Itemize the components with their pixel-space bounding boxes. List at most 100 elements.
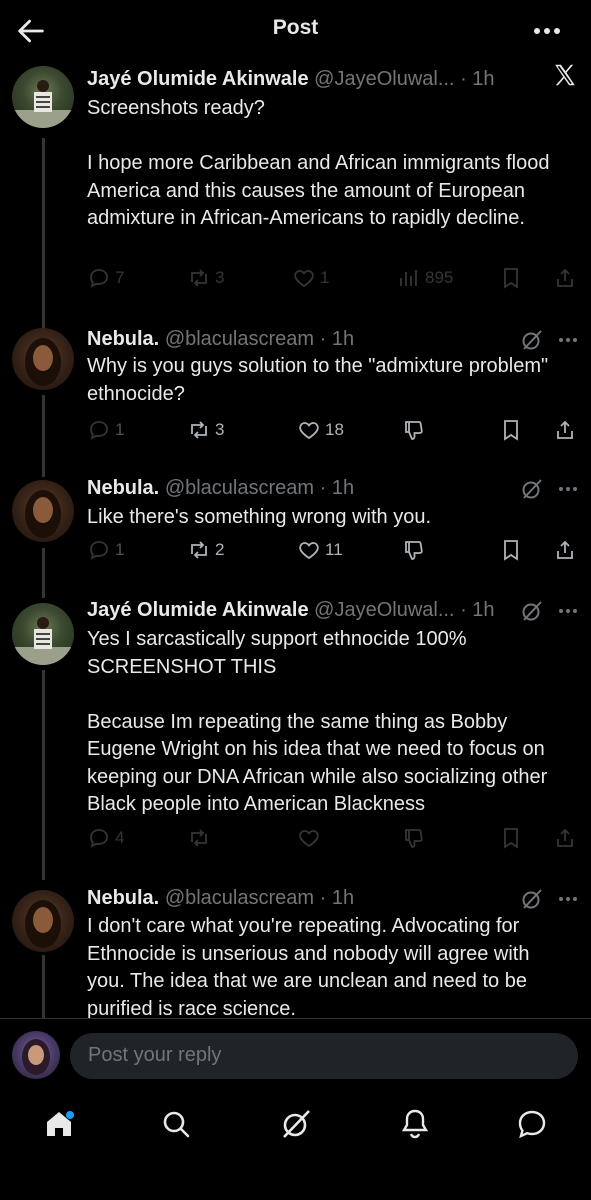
reply-button[interactable]: 4 [87,826,124,850]
post[interactable]: Jayé Olumide Akinwale @JayeOluwal... · 1… [0,597,591,867]
bookmark-button[interactable] [499,418,523,442]
author-name[interactable]: Jayé Olumide Akinwale [87,68,309,90]
more-options-icon[interactable] [556,477,580,501]
repost-button[interactable]: 3 [187,418,224,442]
top-bar: Post [0,0,591,60]
grok-icon[interactable] [279,1107,313,1141]
reply-bar: Post your reply [0,1018,591,1094]
reply-input[interactable]: Post your reply [70,1033,578,1079]
like-button[interactable] [297,826,321,850]
search-icon[interactable] [159,1107,193,1141]
post-actions: 7 3 1 895 [87,266,582,296]
notifications-icon[interactable] [398,1107,432,1141]
bookmark-icon [499,418,523,442]
share-icon [553,418,577,442]
heart-icon [297,418,321,442]
author-handle[interactable]: @blaculascream [165,887,314,909]
dislike-button[interactable] [402,538,426,562]
repost-count: 3 [215,420,225,439]
home-icon[interactable] [42,1107,76,1141]
post-header: Nebula. @blaculascream · 1h [87,885,354,911]
bookmark-button[interactable] [499,538,523,562]
share-button[interactable] [553,418,577,442]
reply-icon [87,418,111,442]
repost-button[interactable]: 3 [187,266,224,290]
avatar[interactable] [12,890,74,952]
reply-button[interactable]: 1 [87,418,124,442]
post-header: Nebula. @blaculascream · 1h [87,326,354,352]
post-actions: 1 3 18 [87,418,582,448]
post-time: · 1h [319,477,355,499]
grok-icon[interactable] [520,328,544,352]
share-button[interactable] [553,826,577,850]
grok-icon[interactable] [520,887,544,911]
avatar[interactable] [12,328,74,390]
avatar[interactable] [12,480,74,542]
post[interactable]: Jayé Olumide Akinwale @JayeOluwal... · 1… [0,66,591,306]
like-button[interactable]: 11 [297,538,343,562]
repost-icon [187,826,211,850]
grok-icon[interactable] [520,599,544,623]
heart-icon [292,266,316,290]
reply-icon [87,538,111,562]
more-options-icon[interactable] [556,328,580,352]
share-button[interactable] [553,538,577,562]
bookmark-icon [499,538,523,562]
like-button[interactable]: 1 [292,266,329,290]
bookmark-icon [499,826,523,850]
post-time: · 1h [319,887,355,909]
bookmark-button[interactable] [499,266,523,290]
avatar[interactable] [12,66,74,128]
views-button[interactable]: 895 [397,266,453,290]
reply-icon [87,826,111,850]
bookmark-button[interactable] [499,826,523,850]
reply-button[interactable]: 7 [87,266,124,290]
author-name[interactable]: Jayé Olumide Akinwale [87,599,309,621]
author-handle[interactable]: @blaculascream [165,477,314,499]
author-handle[interactable]: @blaculascream [165,328,314,350]
thumbs-down-icon [402,826,426,850]
post[interactable]: Nebula. @blaculascream · 1h Like there's… [0,475,591,585]
reply-icon [87,266,111,290]
repost-button[interactable]: 2 [187,538,224,562]
post-header: Jayé Olumide Akinwale @JayeOluwal... · 1… [87,597,495,623]
author-handle[interactable]: @JayeOluwal... [314,68,454,90]
post-text: I don't care what you're repeating. Advo… [87,915,536,1018]
repost-icon [187,266,211,290]
thumbs-down-icon [402,538,426,562]
heart-icon [297,826,321,850]
author-name[interactable]: Nebula. [87,328,159,350]
repost-count: 3 [215,268,225,287]
repost-icon [187,418,211,442]
like-count: 18 [325,420,344,439]
repost-button[interactable] [187,826,211,850]
author-name[interactable]: Nebula. [87,887,159,909]
avatar[interactable] [12,603,74,665]
reply-count: 1 [115,420,125,439]
reply-count: 1 [115,540,125,559]
more-options-icon[interactable] [530,16,564,46]
view-count: 895 [425,268,454,287]
post-time: · 1h [460,68,495,90]
heart-icon [297,538,321,562]
post[interactable]: Nebula. @blaculascream · 1h Why is you g… [0,326,591,456]
share-button[interactable] [553,266,577,290]
reply-button[interactable]: 1 [87,538,124,562]
dislike-button[interactable] [402,826,426,850]
post[interactable]: Nebula. @blaculascream · 1h I don't care… [0,885,591,1018]
thumbs-down-icon [402,418,426,442]
author-name[interactable]: Nebula. [87,477,159,499]
author-handle[interactable]: @JayeOluwal... [314,599,454,621]
post-header: Nebula. @blaculascream · 1h [87,475,354,501]
repost-count: 2 [215,540,225,559]
more-options-icon[interactable] [556,887,580,911]
messages-icon[interactable] [515,1107,549,1141]
avatar[interactable] [12,1031,60,1079]
like-button[interactable]: 18 [297,418,344,442]
more-options-icon[interactable] [556,599,580,623]
post-text: Why is you guys solution to the "admixtu… [87,355,554,405]
reply-count: 7 [115,268,125,287]
grok-icon[interactable] [520,477,544,501]
dislike-button[interactable] [402,418,426,442]
bottom-nav [0,1093,591,1200]
